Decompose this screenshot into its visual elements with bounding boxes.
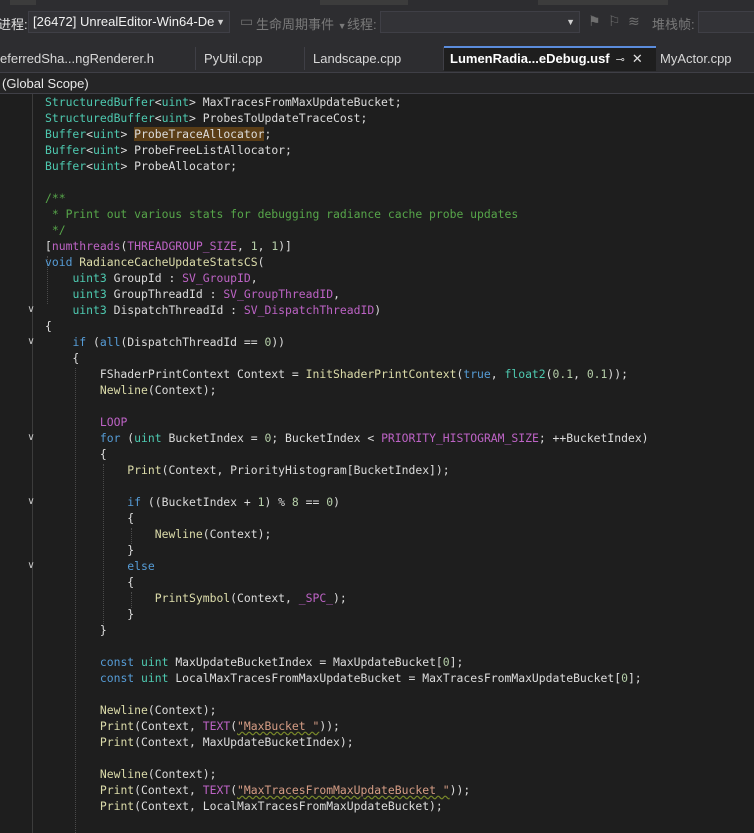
- code-line[interactable]: /**: [45, 190, 754, 206]
- thread-dropdown[interactable]: ▼: [380, 11, 580, 33]
- scope-navigation-bar[interactable]: (Global Scope): [0, 72, 754, 94]
- debug-toolbar: 进程: [26472] UnrealEditor-Win64-De ▼ ▭ 生命…: [0, 7, 754, 38]
- code-line[interactable]: }: [45, 542, 754, 558]
- code-line[interactable]: {: [45, 350, 754, 366]
- tab-landscape[interactable]: Landscape.cpp: [305, 47, 444, 70]
- code-line[interactable]: else: [45, 558, 754, 574]
- code-line[interactable]: [numthreads(THREADGROUP_SIZE, 1, 1)]: [45, 238, 754, 254]
- code-line[interactable]: uint3 GroupId : SV_GroupID,: [45, 270, 754, 286]
- code-line[interactable]: {: [45, 510, 754, 526]
- thread-label: 线程:: [347, 17, 377, 32]
- code-line[interactable]: StructuredBuffer<uint> MaxTracesFromMaxU…: [45, 94, 754, 110]
- process-dropdown[interactable]: [26472] UnrealEditor-Win64-De ▼: [28, 11, 230, 33]
- code-editor[interactable]: ∨ ∨ ∨ ∨ ∨ StructuredBuffer<uint> MaxTrac…: [0, 94, 754, 833]
- fold-chevron-icon[interactable]: ∨: [25, 304, 37, 315]
- code-line[interactable]: */: [45, 222, 754, 238]
- tab-lumen-radiance-cache-debug[interactable]: LumenRadia...eDebug.usf ⊸ ✕: [444, 46, 656, 71]
- code-line[interactable]: Print(Context, TEXT("MaxTracesFromMaxUpd…: [45, 782, 754, 798]
- chevron-down-icon: ▼: [566, 17, 575, 27]
- code-line[interactable]: const uint LocalMaxTracesFromMaxUpdateBu…: [45, 670, 754, 686]
- flag-icon[interactable]: ⚑: [588, 13, 601, 30]
- code-line[interactable]: }: [45, 606, 754, 622]
- code-line[interactable]: }: [45, 622, 754, 638]
- code-line[interactable]: Newline(Context);: [45, 702, 754, 718]
- code-line[interactable]: [45, 686, 754, 702]
- code-line[interactable]: Print(Context, LocalMaxTracesFromMaxUpda…: [45, 798, 754, 814]
- fold-chevron-icon[interactable]: ∨: [25, 496, 37, 507]
- process-value: [26472] UnrealEditor-Win64-De: [33, 14, 215, 29]
- flag-filter-icon[interactable]: ⚐: [608, 13, 621, 30]
- code-line[interactable]: uint3 DispatchThreadId : SV_DispatchThre…: [45, 302, 754, 318]
- code-line[interactable]: StructuredBuffer<uint> ProbesToUpdateTra…: [45, 110, 754, 126]
- chevron-down-icon: ▼: [216, 17, 225, 27]
- thread-toggle-icon[interactable]: ≋: [628, 13, 640, 30]
- fold-chevron-icon[interactable]: ∨: [25, 560, 37, 571]
- code-line[interactable]: [45, 174, 754, 190]
- code-line[interactable]: [45, 478, 754, 494]
- scope-label: (Global Scope): [2, 76, 89, 91]
- pin-icon[interactable]: ⊸: [616, 54, 625, 66]
- code-line[interactable]: Buffer<uint> ProbeFreeListAllocator;: [45, 142, 754, 158]
- code-line[interactable]: LOOP: [45, 414, 754, 430]
- fold-chevron-icon[interactable]: ∨: [25, 336, 37, 347]
- code-line[interactable]: * Print out various stats for debugging …: [45, 206, 754, 222]
- tab-pyutil[interactable]: PyUtil.cpp: [196, 47, 305, 70]
- top-strip: [0, 0, 754, 7]
- document-tabs: eferredSha...ngRenderer.h PyUtil.cpp Lan…: [0, 38, 754, 72]
- code-line[interactable]: uint3 GroupThreadId : SV_GroupThreadID,: [45, 286, 754, 302]
- code-line[interactable]: Buffer<uint> ProbeTraceAllocator;: [45, 126, 754, 142]
- code-line[interactable]: Print(Context, MaxUpdateBucketIndex);: [45, 734, 754, 750]
- fold-chevron-icon[interactable]: ∨: [25, 432, 37, 443]
- code-line[interactable]: Newline(Context);: [45, 766, 754, 782]
- stack-frame-label: 堆栈帧:: [652, 17, 695, 32]
- lifecycle-icon: ▭: [240, 13, 254, 29]
- code-line[interactable]: {: [45, 574, 754, 590]
- stack-frame-dropdown[interactable]: [698, 11, 754, 33]
- code-line[interactable]: Print(Context, PriorityHistogram[BucketI…: [45, 462, 754, 478]
- close-icon[interactable]: ✕: [632, 51, 643, 66]
- lifecycle-events-dropdown[interactable]: 生命周期事件 ▼: [256, 14, 347, 33]
- code-line[interactable]: const uint MaxUpdateBucketIndex = MaxUpd…: [45, 654, 754, 670]
- code-line[interactable]: FShaderPrintContext Context = InitShader…: [45, 366, 754, 382]
- code-line[interactable]: void RadianceCacheUpdateStatsCS(: [45, 254, 754, 270]
- tab-deferred-shading-renderer[interactable]: eferredSha...ngRenderer.h: [0, 47, 196, 70]
- code-line[interactable]: [45, 750, 754, 766]
- code-line[interactable]: Newline(Context);: [45, 526, 754, 542]
- code-line[interactable]: if (all(DispatchThreadId == 0)): [45, 334, 754, 350]
- code-line[interactable]: Newline(Context);: [45, 382, 754, 398]
- code-line[interactable]: {: [45, 446, 754, 462]
- code-line[interactable]: PrintSymbol(Context, _SPC_);: [45, 590, 754, 606]
- tab-myactor[interactable]: MyActor.cpp: [656, 47, 754, 70]
- code-line[interactable]: Buffer<uint> ProbeAllocator;: [45, 158, 754, 174]
- code-line[interactable]: [45, 638, 754, 654]
- indent-guide: [32, 94, 33, 833]
- process-label: 进程:: [0, 17, 28, 32]
- code-line[interactable]: {: [45, 318, 754, 334]
- code-line[interactable]: Print(Context, TEXT("MaxBucket "));: [45, 718, 754, 734]
- code-line[interactable]: for (uint BucketIndex = 0; BucketIndex <…: [45, 430, 754, 446]
- code-line[interactable]: [45, 398, 754, 414]
- code-line[interactable]: if ((BucketIndex + 1) % 8 == 0): [45, 494, 754, 510]
